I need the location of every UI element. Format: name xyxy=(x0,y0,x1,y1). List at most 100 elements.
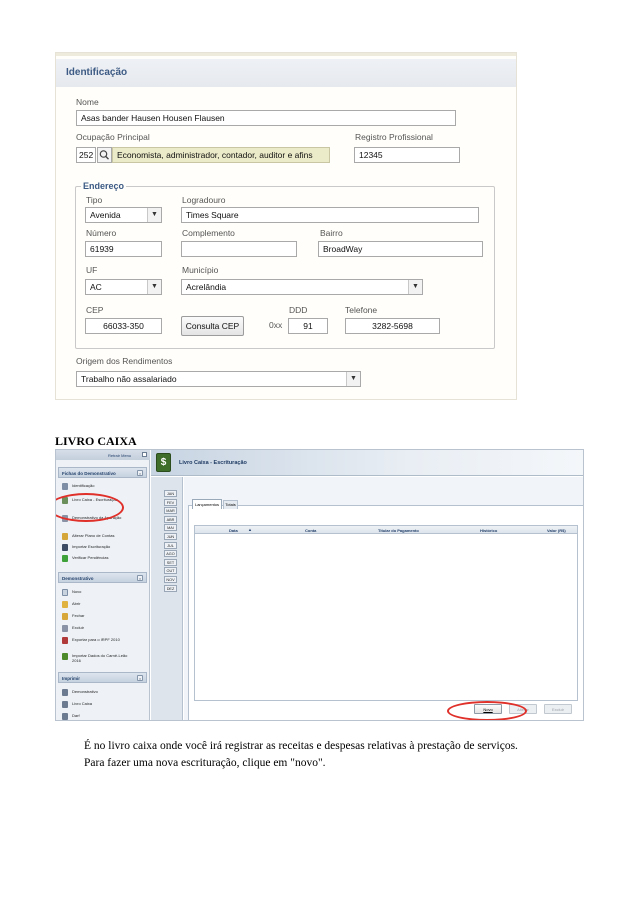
sidebar-item-label: Livro Caixa xyxy=(72,701,93,706)
cep-field[interactable]: 66033-350 xyxy=(85,318,162,334)
window-titlebar: $ Livro Caixa - Escrituração xyxy=(151,450,583,476)
ocupacao-description: Economista, administrador, contador, aud… xyxy=(112,147,330,163)
sidebar-item-print-livro-caixa[interactable]: Livro Caixa xyxy=(62,700,147,710)
chevron-down-icon: ▼ xyxy=(346,372,360,386)
sidebar: Retrair Menu Fichas do Demonstrativo × I… xyxy=(56,450,150,720)
sidebar-item-print-darf[interactable]: Darf xyxy=(62,712,147,720)
fichas-section-header[interactable]: Fichas do Demonstrativo × xyxy=(58,467,147,478)
section-toggle-icon[interactable]: × xyxy=(137,575,143,581)
month-button-fev[interactable]: FEV xyxy=(164,498,177,506)
endereco-legend: Endereço xyxy=(81,181,127,191)
trash-icon xyxy=(62,625,68,632)
caption: É no livro caixa onde você irá registrar… xyxy=(84,738,604,772)
search-icon xyxy=(99,150,110,160)
consulta-cep-button[interactable]: Consulta CEP xyxy=(181,316,244,336)
uf-value: AC xyxy=(90,282,102,292)
sidebar-item-print-demonstrativo[interactable]: Demonstrativo xyxy=(62,688,147,698)
month-button-ago[interactable]: AGO xyxy=(164,550,177,558)
column-header-conta[interactable]: Conta xyxy=(305,528,316,533)
complemento-field[interactable] xyxy=(181,241,297,257)
checkmark-icon xyxy=(62,555,68,562)
sidebar-item-excluir[interactable]: Excluir xyxy=(62,624,147,634)
sidebar-item-verificar-pendencias[interactable]: Verificar Pendências xyxy=(62,554,147,564)
fichas-title: Fichas do Demonstrativo xyxy=(62,471,116,476)
tipo-select[interactable]: Avenida ▼ xyxy=(85,207,162,223)
registro-field[interactable]: 12345 xyxy=(354,147,460,163)
month-button-mai[interactable]: MAI xyxy=(164,524,177,532)
sidebar-item-label: Identificação xyxy=(72,483,95,488)
municipio-select[interactable]: Acrelândia ▼ xyxy=(181,279,423,295)
sidebar-item-label: Importar Dados do Carnê-Leão 2016 xyxy=(72,653,128,663)
month-button-out[interactable]: OUT xyxy=(164,567,177,575)
demonstrativo-section-header[interactable]: Demonstrativo × xyxy=(58,572,147,583)
month-button-jun[interactable]: JUN xyxy=(164,533,177,540)
column-header-historico[interactable]: Histórico xyxy=(480,528,497,533)
month-button-set[interactable]: SET xyxy=(164,558,177,566)
sidebar-item-fechar[interactable]: Fechar xyxy=(62,612,147,622)
collapse-icon[interactable] xyxy=(142,452,147,457)
month-button-jan[interactable]: JAN xyxy=(164,490,177,497)
sidebar-topbar: Retrair Menu xyxy=(56,450,150,460)
origem-label: Origem dos Rendimentos xyxy=(76,356,173,366)
ocupacao-label: Ocupação Principal xyxy=(76,132,150,142)
retrair-menu-link[interactable]: Retrair Menu xyxy=(108,453,131,458)
sidebar-item-alterar-plano[interactable]: Alterar Plano de Contas xyxy=(62,532,147,542)
printer-icon xyxy=(62,701,68,708)
sidebar-item-importar-escrituracao[interactable]: Importar Escrituração xyxy=(62,543,147,553)
table-header: Data ▲ Conta Titular do Pagamento Histór… xyxy=(195,526,577,534)
sidebar-item-novo[interactable]: Novo xyxy=(62,588,147,598)
sidebar-item-label: Abrir xyxy=(72,601,81,606)
municipio-value: Acrelândia xyxy=(186,282,227,292)
uf-select[interactable]: AC ▼ xyxy=(85,279,162,295)
sidebar-item-label: Exportar para o IRPF 2010 xyxy=(72,637,120,642)
bairro-field[interactable]: BroadWay xyxy=(318,241,483,257)
person-icon xyxy=(62,483,68,490)
identificacao-header: Identificação xyxy=(56,59,516,87)
logradouro-field[interactable]: Times Square xyxy=(181,207,479,223)
lion-icon xyxy=(62,653,68,660)
tab-lancamentos[interactable]: Lançamentos xyxy=(192,499,222,509)
caption-line-1: É no livro caixa onde você irá registrar… xyxy=(84,740,518,752)
lancamentos-table: Data ▲ Conta Titular do Pagamento Histór… xyxy=(194,525,578,701)
nome-field[interactable]: Asas bander Hausen Housen Flausen xyxy=(76,110,456,126)
month-button-mar[interactable]: MAR xyxy=(164,507,177,515)
municipio-label: Município xyxy=(182,265,219,275)
new-file-icon xyxy=(62,589,68,596)
tipo-label: Tipo xyxy=(86,195,103,205)
column-header-data[interactable]: Data xyxy=(229,528,238,533)
section-toggle-icon[interactable]: × xyxy=(137,675,143,681)
logradouro-label: Logradouro xyxy=(182,195,226,205)
printer-icon xyxy=(62,713,68,720)
sidebar-item-importar-carne-leao[interactable]: Importar Dados do Carnê-Leão 2016 xyxy=(62,652,147,666)
ddd-label: DDD xyxy=(289,305,308,315)
sort-arrow-icon: ▲ xyxy=(248,527,252,532)
sidebar-item-abrir[interactable]: Abrir xyxy=(62,600,147,610)
numero-field[interactable]: 61939 xyxy=(85,241,162,257)
ocupacao-search-button[interactable] xyxy=(97,147,112,163)
demonstrativo-title: Demonstrativo xyxy=(62,576,94,581)
import-icon xyxy=(62,544,68,551)
main-panel: Lançamentos Totais Data ▲ Conta Titular … xyxy=(184,477,583,720)
sidebar-item-label: Novo xyxy=(72,589,82,594)
registro-label: Registro Profissional xyxy=(355,132,433,142)
chevron-down-icon: ▼ xyxy=(408,280,422,294)
window-title: Livro Caixa - Escrituração xyxy=(179,460,247,466)
sidebar-item-exportar[interactable]: Exportar para o IRPF 2010 xyxy=(62,636,147,650)
month-button-nov[interactable]: NOV xyxy=(164,576,177,583)
column-header-titular[interactable]: Titular do Pagamento xyxy=(378,528,419,533)
numero-label: Número xyxy=(86,228,117,238)
ocupacao-code-field[interactable]: 252 xyxy=(76,147,96,163)
sidebar-item-label: Importar Escrituração xyxy=(72,544,111,549)
tab-totais[interactable]: Totais xyxy=(223,500,238,509)
month-button-dez[interactable]: DEZ xyxy=(164,584,177,592)
excluir-button[interactable]: Excluir xyxy=(544,704,572,714)
ddd-field[interactable]: 91 xyxy=(288,318,328,334)
month-button-abr[interactable]: ABR xyxy=(164,515,177,523)
section-toggle-icon[interactable]: × xyxy=(137,470,143,476)
origem-select[interactable]: Trabalho não assalariado ▼ xyxy=(76,371,361,387)
telefone-field[interactable]: 3282-5698 xyxy=(345,318,440,334)
month-button-jul[interactable]: JUL xyxy=(164,541,177,549)
imprimir-section-header[interactable]: Imprimir × xyxy=(58,672,147,683)
column-header-valor[interactable]: Valor (R$) xyxy=(547,528,566,533)
sidebar-item-identificacao[interactable]: Identificação xyxy=(62,482,147,492)
